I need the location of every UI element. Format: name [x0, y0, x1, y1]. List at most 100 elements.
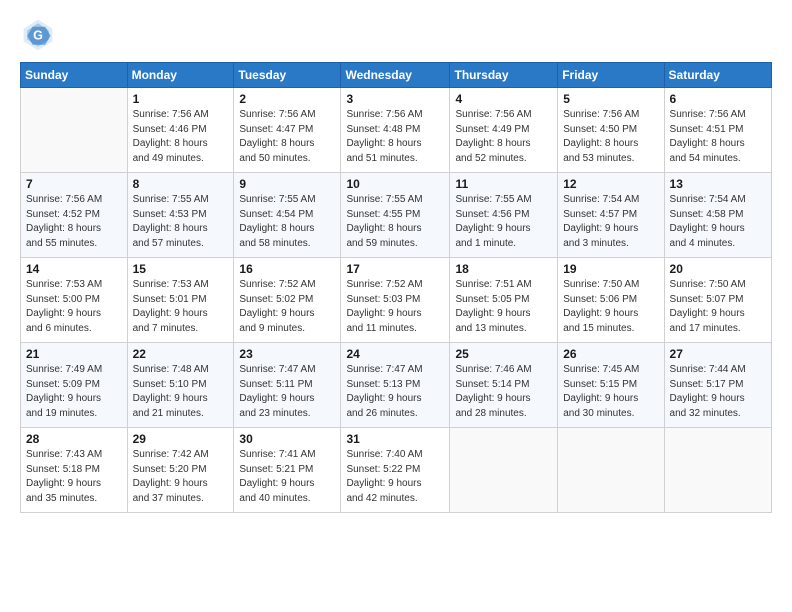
day-header-sunday: Sunday [21, 63, 128, 88]
calendar-cell: 31Sunrise: 7:40 AMSunset: 5:22 PMDayligh… [341, 428, 450, 513]
day-number: 17 [346, 262, 444, 276]
calendar-cell [664, 428, 771, 513]
day-info: Sunrise: 7:55 AMSunset: 4:55 PMDaylight:… [346, 193, 444, 251]
day-info: Sunrise: 7:44 AMSunset: 5:17 PMDaylight:… [670, 363, 766, 421]
calendar-cell: 19 Sunrise: 7:50 AMSunset: 5:06 PMDayligh… [558, 258, 664, 343]
day-number: 9 [239, 177, 335, 191]
day-info: Sunrise: 7:48 AMSunset: 5:10 PMDaylight:… [133, 363, 229, 421]
day-info: Sunrise: 7:56 AMSunset: 4:51 PMDaylight:… [670, 108, 766, 166]
calendar-cell: 7Sunrise: 7:56 AMSunset: 4:52 PMDaylight… [21, 173, 128, 258]
calendar-cell: 3Sunrise: 7:56 AMSunset: 4:48 PMDaylight… [341, 88, 450, 173]
svg-text:G: G [33, 28, 43, 42]
calendar-cell: 15 Sunrise: 7:53 AMSunset: 5:01 PMDayligh… [127, 258, 234, 343]
day-header-tuesday: Tuesday [234, 63, 341, 88]
day-number: 27 [670, 347, 766, 361]
calendar-cell: 14 Sunrise: 7:53 AMSunset: 5:00 PMDayligh… [21, 258, 128, 343]
day-number: 4 [455, 92, 552, 106]
logo-icon: G [20, 16, 56, 52]
calendar-cell: 13 Sunrise: 7:54 AMSunset: 4:58 PMDayligh… [664, 173, 771, 258]
calendar-cell: 9 Sunrise: 7:55 AMSunset: 4:54 PMDaylight… [234, 173, 341, 258]
day-number: 30 [239, 432, 335, 446]
calendar-cell: 23 Sunrise: 7:47 AMSunset: 5:11 PMDayligh… [234, 343, 341, 428]
day-number: 24 [346, 347, 444, 361]
day-number: 14 [26, 262, 122, 276]
calendar-cell: 20 Sunrise: 7:50 AMSunset: 5:07 PMDayligh… [664, 258, 771, 343]
day-info: Sunrise: 7:54 AMSunset: 4:57 PMDaylight:… [563, 193, 658, 251]
calendar-cell: 10 Sunrise: 7:55 AMSunset: 4:55 PMDayligh… [341, 173, 450, 258]
page-container: G SundayMondayTuesdayWednesdayThursdayFr… [0, 0, 792, 612]
day-number: 20 [670, 262, 766, 276]
day-info: Sunrise: 7:53 AMSunset: 5:01 PMDaylight:… [133, 278, 229, 336]
day-header-monday: Monday [127, 63, 234, 88]
day-info: Sunrise: 7:46 AMSunset: 5:14 PMDaylight:… [455, 363, 552, 421]
calendar-cell: 30 Sunrise: 7:41 AMSunset: 5:21 PMDayligh… [234, 428, 341, 513]
calendar-cell: 16 Sunrise: 7:52 AMSunset: 5:02 PMDayligh… [234, 258, 341, 343]
day-info: Sunrise: 7:55 AMSunset: 4:54 PMDaylight:… [239, 193, 335, 251]
day-number: 23 [239, 347, 335, 361]
calendar-cell: 24Sunrise: 7:47 AMSunset: 5:13 PMDayligh… [341, 343, 450, 428]
day-info: Sunrise: 7:43 AMSunset: 5:18 PMDaylight:… [26, 448, 122, 506]
day-number: 28 [26, 432, 122, 446]
calendar-cell: 21Sunrise: 7:49 AMSunset: 5:09 PMDayligh… [21, 343, 128, 428]
day-number: 15 [133, 262, 229, 276]
day-number: 12 [563, 177, 658, 191]
day-info: Sunrise: 7:42 AMSunset: 5:20 PMDaylight:… [133, 448, 229, 506]
calendar-cell: 18 Sunrise: 7:51 AMSunset: 5:05 PMDayligh… [450, 258, 558, 343]
day-info: Sunrise: 7:51 AMSunset: 5:05 PMDaylight:… [455, 278, 552, 336]
day-info: Sunrise: 7:56 AMSunset: 4:50 PMDaylight:… [563, 108, 658, 166]
calendar-cell [558, 428, 664, 513]
week-row-4: 21Sunrise: 7:49 AMSunset: 5:09 PMDayligh… [21, 343, 772, 428]
calendar-cell: 29 Sunrise: 7:42 AMSunset: 5:20 PMDayligh… [127, 428, 234, 513]
day-info: Sunrise: 7:47 AMSunset: 5:11 PMDaylight:… [239, 363, 335, 421]
day-number: 19 [563, 262, 658, 276]
calendar-cell: 26Sunrise: 7:45 AMSunset: 5:15 PMDayligh… [558, 343, 664, 428]
calendar-cell: 12 Sunrise: 7:54 AMSunset: 4:57 PMDayligh… [558, 173, 664, 258]
day-info: Sunrise: 7:41 AMSunset: 5:21 PMDaylight:… [239, 448, 335, 506]
header: G [20, 16, 772, 52]
day-header-wednesday: Wednesday [341, 63, 450, 88]
day-number: 18 [455, 262, 552, 276]
day-info: Sunrise: 7:40 AMSunset: 5:22 PMDaylight:… [346, 448, 444, 506]
calendar-cell: 27 Sunrise: 7:44 AMSunset: 5:17 PMDayligh… [664, 343, 771, 428]
day-number: 25 [455, 347, 552, 361]
day-info: Sunrise: 7:56 AMSunset: 4:47 PMDaylight:… [239, 108, 335, 166]
day-header-thursday: Thursday [450, 63, 558, 88]
day-info: Sunrise: 7:56 AMSunset: 4:46 PMDaylight:… [133, 108, 229, 166]
calendar-cell [450, 428, 558, 513]
week-row-1: 1 Sunrise: 7:56 AMSunset: 4:46 PMDaylight… [21, 88, 772, 173]
day-info: Sunrise: 7:50 AMSunset: 5:06 PMDaylight:… [563, 278, 658, 336]
day-info: Sunrise: 7:52 AMSunset: 5:02 PMDaylight:… [239, 278, 335, 336]
day-number: 29 [133, 432, 229, 446]
day-header-saturday: Saturday [664, 63, 771, 88]
calendar-header: SundayMondayTuesdayWednesdayThursdayFrid… [21, 63, 772, 88]
day-number: 10 [346, 177, 444, 191]
week-row-3: 14 Sunrise: 7:53 AMSunset: 5:00 PMDayligh… [21, 258, 772, 343]
calendar-cell: 1 Sunrise: 7:56 AMSunset: 4:46 PMDaylight… [127, 88, 234, 173]
day-number: 6 [670, 92, 766, 106]
calendar-cell: 11Sunrise: 7:55 AMSunset: 4:56 PMDayligh… [450, 173, 558, 258]
calendar-cell: 8Sunrise: 7:55 AMSunset: 4:53 PMDaylight… [127, 173, 234, 258]
day-number: 13 [670, 177, 766, 191]
calendar-cell: 22 Sunrise: 7:48 AMSunset: 5:10 PMDayligh… [127, 343, 234, 428]
day-number: 16 [239, 262, 335, 276]
day-info: Sunrise: 7:56 AMSunset: 4:49 PMDaylight:… [455, 108, 552, 166]
day-info: Sunrise: 7:54 AMSunset: 4:58 PMDaylight:… [670, 193, 766, 251]
day-info: Sunrise: 7:56 AMSunset: 4:52 PMDaylight:… [26, 193, 122, 251]
calendar-cell: 28 Sunrise: 7:43 AMSunset: 5:18 PMDayligh… [21, 428, 128, 513]
calendar-cell: 4 Sunrise: 7:56 AMSunset: 4:49 PMDaylight… [450, 88, 558, 173]
calendar-cell: 2Sunrise: 7:56 AMSunset: 4:47 PMDaylight… [234, 88, 341, 173]
calendar-cell: 6 Sunrise: 7:56 AMSunset: 4:51 PMDaylight… [664, 88, 771, 173]
day-number: 11 [455, 177, 552, 191]
day-info: Sunrise: 7:53 AMSunset: 5:00 PMDaylight:… [26, 278, 122, 336]
day-header-row: SundayMondayTuesdayWednesdayThursdayFrid… [21, 63, 772, 88]
day-number: 8 [133, 177, 229, 191]
day-number: 22 [133, 347, 229, 361]
week-row-2: 7Sunrise: 7:56 AMSunset: 4:52 PMDaylight… [21, 173, 772, 258]
day-number: 1 [133, 92, 229, 106]
day-info: Sunrise: 7:50 AMSunset: 5:07 PMDaylight:… [670, 278, 766, 336]
day-number: 21 [26, 347, 122, 361]
calendar-cell: 25 Sunrise: 7:46 AMSunset: 5:14 PMDayligh… [450, 343, 558, 428]
day-number: 5 [563, 92, 658, 106]
calendar-cell: 17Sunrise: 7:52 AMSunset: 5:03 PMDayligh… [341, 258, 450, 343]
calendar-body: 1 Sunrise: 7:56 AMSunset: 4:46 PMDaylight… [21, 88, 772, 513]
